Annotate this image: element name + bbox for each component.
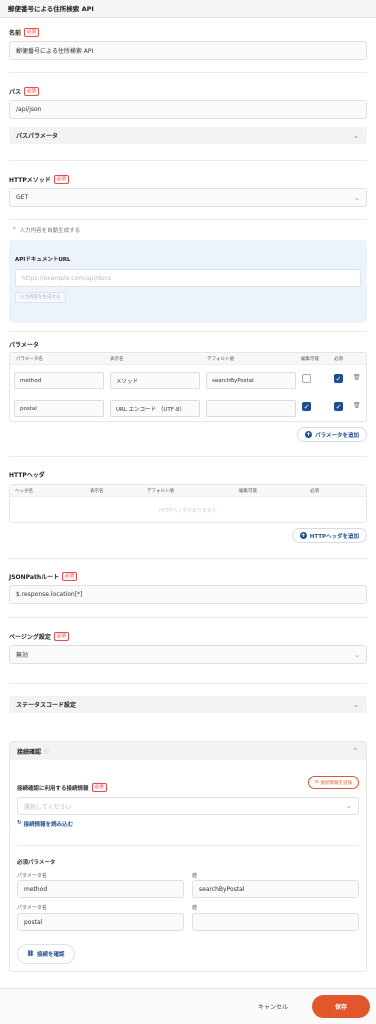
trash-icon[interactable]: 🗑 <box>353 374 361 381</box>
req-param-value[interactable]: searchByPostal <box>192 880 359 898</box>
param-display-input[interactable]: メソッド <box>110 372 200 389</box>
cred-select[interactable]: 選択してください ⌄ <box>17 797 359 815</box>
required-checkbox[interactable]: ✓ <box>334 402 343 411</box>
autogen-toggle[interactable]: ✧ 入力内容を自動生成する <box>12 226 80 234</box>
page-title: 郵便番号による住所検索 API <box>8 5 94 13</box>
refresh-icon: ↻ <box>17 820 22 826</box>
generate-button[interactable]: 入力内容を生成する <box>15 292 66 303</box>
save-button[interactable]: 保存 <box>312 995 370 1018</box>
path-label: パス 必須 <box>9 87 40 96</box>
col-header: デフォルト値 <box>147 489 174 494</box>
req-params-label: 必須パラメータ <box>17 860 56 866</box>
headers-table: ヘッダ名 表示名 デフォルト値 編集可能 必須 HTTPヘッダがありません <box>9 484 367 523</box>
col-header: 必須 <box>310 489 319 494</box>
chevron-down-icon: ⌄ <box>353 700 359 709</box>
empty-message: HTTPヘッダがありません <box>159 508 217 514</box>
doc-url-input[interactable]: https://example.com/api/docs <box>15 269 361 287</box>
doc-url-label: APIドキュメントURL <box>15 257 71 263</box>
required-checkbox[interactable]: ✓ <box>334 374 343 383</box>
autogen-panel: APIドキュメントURL https://example.com/api/doc… <box>9 240 367 323</box>
required-badge: 必須 <box>62 572 78 581</box>
plus-icon: + <box>299 532 307 539</box>
param-name-input[interactable]: method <box>14 372 104 389</box>
divider <box>9 456 367 457</box>
link-icon: ⛓ <box>27 951 34 957</box>
name-label: 名前 必須 <box>9 28 40 37</box>
connection-check-header[interactable]: 接続確認 ⓘ ^ <box>10 742 366 760</box>
footer: キャンセル 保存 <box>0 988 376 1024</box>
paging-select[interactable]: 無効 ⌄ <box>9 645 367 664</box>
editable-checkbox[interactable] <box>302 374 311 383</box>
divider <box>17 845 359 846</box>
load-cred-link[interactable]: ↻ 接続情報を読み込む <box>17 820 73 828</box>
col-header: 表示名 <box>90 489 104 494</box>
path-params-accordion[interactable]: パスパラメータ ⌄ <box>9 127 367 144</box>
add-doc-icon: ⊡ <box>314 780 319 785</box>
editable-checkbox[interactable]: ✓ <box>302 402 311 411</box>
cred-label: 接続確認に利用する接続情報 必須 <box>17 783 107 792</box>
headers-label: HTTPヘッダ <box>9 472 45 479</box>
name-input[interactable]: 郵便番号による住所検索 API <box>9 41 367 60</box>
param-display-input[interactable]: URL エンコード （UTF-8） <box>110 400 200 417</box>
add-cred-button[interactable]: ⊡ 接続情報を追加 <box>307 776 359 789</box>
method-label: HTTPメソッド 必須 <box>9 175 69 184</box>
col-header: 必須 <box>334 357 343 362</box>
chevron-down-icon: ⌄ <box>354 650 360 659</box>
divider <box>9 331 367 332</box>
col-header: パラメータ名 <box>16 357 43 362</box>
required-badge: 必須 <box>24 87 40 96</box>
divider <box>9 617 367 618</box>
col-header: ヘッダ名 <box>15 489 33 494</box>
jsonpath-input[interactable]: $.response.location[*] <box>9 585 367 604</box>
page-header: 郵便番号による住所検索 API <box>0 0 376 18</box>
divider <box>9 219 367 220</box>
check-connection-button[interactable]: ⛓ 接続を確認 <box>17 944 75 964</box>
table-header: パラメータ名 表示名 デフォルト値 編集可能 必須 <box>10 353 366 365</box>
param-name-input[interactable]: postal <box>14 400 104 417</box>
param-default-input[interactable] <box>206 400 296 417</box>
method-select[interactable]: GET ⌄ <box>9 188 367 207</box>
add-param-button[interactable]: + パラメータを追加 <box>297 427 367 442</box>
cancel-button[interactable]: キャンセル <box>258 1002 288 1011</box>
col-header: 値 <box>192 905 198 911</box>
table-header: ヘッダ名 表示名 デフォルト値 編集可能 必須 <box>10 485 366 497</box>
path-input[interactable]: /api/json <box>9 100 367 119</box>
chevron-down-icon: ⌄ <box>353 131 359 140</box>
divider <box>9 683 367 684</box>
params-label: パラメータ <box>9 342 39 349</box>
add-header-button[interactable]: + HTTPヘッダを追加 <box>291 528 367 543</box>
col-header: パラメータ名 <box>17 873 47 879</box>
req-param-name: method <box>17 880 184 898</box>
chevron-down-icon: ⌄ <box>346 802 352 810</box>
req-param-name: postal <box>17 913 184 931</box>
required-badge: 必須 <box>24 28 40 37</box>
col-header: 表示名 <box>110 357 124 362</box>
connection-check-panel: 接続確認 ⓘ ^ 接続確認に利用する接続情報 必須 ⊡ 接続情報を追加 選択してください… <box>9 741 367 972</box>
trash-icon[interactable]: 🗑 <box>353 402 361 409</box>
col-header: デフォルト値 <box>207 357 234 362</box>
divider <box>9 558 367 559</box>
sparkle-icon: ✧ <box>12 226 17 232</box>
col-header: 値 <box>192 873 198 879</box>
col-header: 編集可能 <box>301 357 319 362</box>
required-badge: 必須 <box>53 632 69 641</box>
info-icon: ⓘ <box>44 748 50 755</box>
divider <box>9 72 367 73</box>
required-badge: 必須 <box>53 175 69 184</box>
param-default-input[interactable]: searchByPostal <box>206 372 296 389</box>
chevron-up-icon: ^ <box>352 747 358 755</box>
divider <box>9 160 367 161</box>
paging-label: ページング設定 必須 <box>9 632 69 641</box>
status-code-accordion[interactable]: ステータスコード設定 ⌄ <box>9 696 367 713</box>
col-header: パラメータ名 <box>17 905 47 911</box>
chevron-down-icon: ⌄ <box>354 193 360 202</box>
jsonpath-label: JSONPathルート 必須 <box>9 572 78 581</box>
col-header: 編集可能 <box>239 489 257 494</box>
req-param-value[interactable] <box>192 913 359 931</box>
required-badge: 必須 <box>91 783 107 792</box>
plus-icon: + <box>305 431 313 438</box>
params-table: パラメータ名 表示名 デフォルト値 編集可能 必須 method メソッド se… <box>9 352 367 422</box>
